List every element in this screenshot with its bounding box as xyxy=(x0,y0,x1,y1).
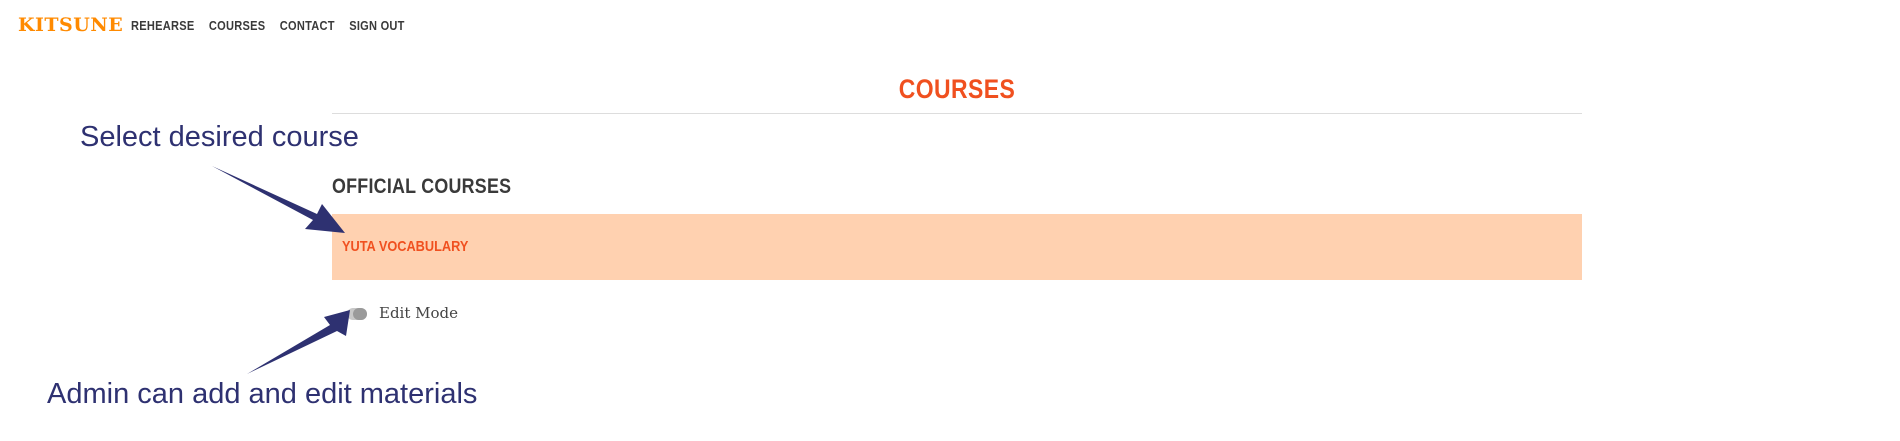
nav-rehearse[interactable]: REHEARSE xyxy=(131,18,194,33)
top-nav: REHEARSE COURSES CONTACT SIGN OUT xyxy=(131,18,405,33)
nav-courses[interactable]: COURSES xyxy=(209,18,265,33)
arrow-to-course xyxy=(212,166,345,233)
section-heading-official-courses: OFFICIAL COURSES xyxy=(332,175,512,198)
edit-mode-toggle-knob xyxy=(353,308,367,320)
course-item-yuta-vocabulary[interactable]: YUTA VOCABULARY xyxy=(332,214,1582,280)
page: KITSUNE REHEARSE COURSES CONTACT SIGN OU… xyxy=(0,0,1900,441)
nav-contact[interactable]: CONTACT xyxy=(280,18,335,33)
edit-mode-label: Edit Mode xyxy=(379,304,459,322)
arrow-to-edit-toggle xyxy=(247,310,350,374)
title-divider xyxy=(332,113,1582,114)
annotation-admin-note: Admin can add and edit materials xyxy=(47,378,478,410)
annotation-select-course: Select desired course xyxy=(80,121,359,153)
course-name: YUTA VOCABULARY xyxy=(342,238,469,255)
page-title: COURSES xyxy=(898,74,1016,104)
edit-mode-toggle[interactable] xyxy=(347,308,367,320)
nav-sign-out[interactable]: SIGN OUT xyxy=(349,18,404,33)
brand-logo[interactable]: KITSUNE xyxy=(18,14,123,36)
